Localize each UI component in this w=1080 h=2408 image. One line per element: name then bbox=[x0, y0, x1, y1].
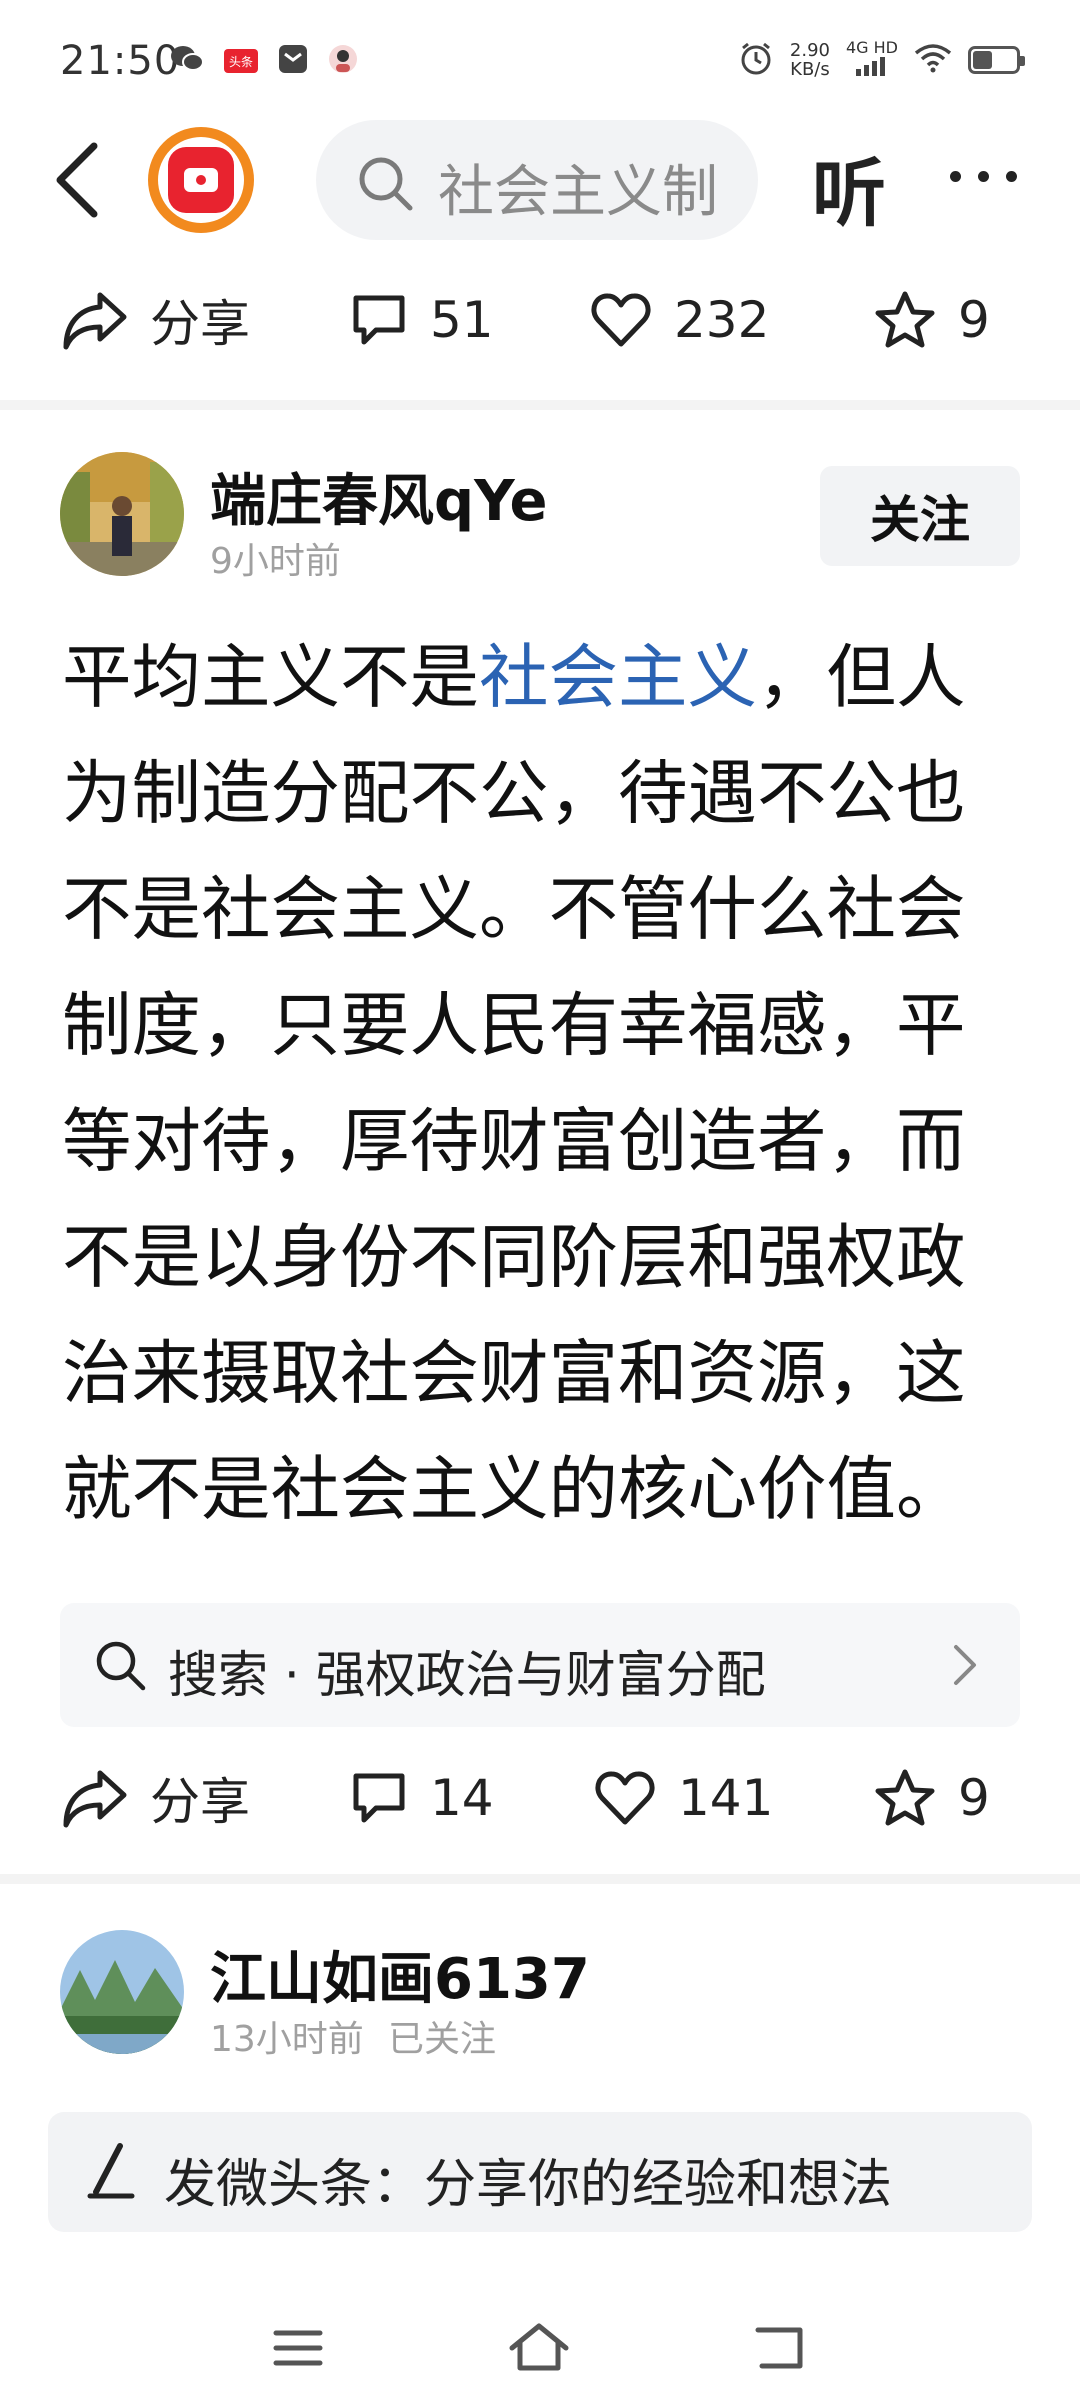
chevron-left-icon bbox=[56, 142, 98, 218]
battery-icon bbox=[968, 46, 1025, 74]
share-icon bbox=[63, 292, 127, 350]
post-time: 9小时前 bbox=[210, 541, 341, 582]
toutiao-icon: 头条 bbox=[224, 49, 258, 73]
comment-button[interactable]: 14 bbox=[350, 1748, 494, 1848]
comment-count: 51 bbox=[430, 291, 494, 349]
follow-button[interactable]: 关注 bbox=[820, 466, 1020, 566]
comment-icon bbox=[353, 295, 405, 345]
net-speed-unit: KB/s bbox=[790, 59, 830, 80]
comment-button[interactable]: 51 bbox=[350, 270, 494, 370]
follow-status: 已关注 bbox=[388, 2019, 497, 2060]
like-button[interactable]: 232 bbox=[590, 270, 769, 370]
comment-count: 14 bbox=[430, 1769, 494, 1827]
comment-icon bbox=[353, 1773, 405, 1823]
toutiao-logo-icon bbox=[168, 147, 234, 213]
battery-level bbox=[973, 51, 992, 69]
back-arrow-icon bbox=[755, 2327, 803, 2369]
post-content[interactable]: 平均主义不是社会主义，但人为制造分配不公，待遇不公也不是社会主义。不管什么社会制… bbox=[62, 620, 1022, 1548]
like-count: 141 bbox=[678, 1769, 774, 1827]
alarm-icon bbox=[738, 40, 774, 80]
star-icon bbox=[875, 1769, 935, 1826]
share-button[interactable]: 分享 bbox=[62, 270, 250, 370]
back-nav-button[interactable] bbox=[752, 2324, 808, 2376]
back-button[interactable] bbox=[50, 140, 110, 220]
home-icon bbox=[509, 2323, 569, 2371]
related-search-text: 搜索 · 强权政治与财富分配 bbox=[168, 1646, 766, 1704]
favorite-button[interactable]: 9 bbox=[874, 1748, 990, 1848]
message-icon bbox=[278, 44, 308, 78]
status-bar: 21:50 头条 2.90 KB/s 4G HD bbox=[0, 0, 1080, 120]
listen-button[interactable]: 听 bbox=[812, 134, 886, 241]
app-logo[interactable] bbox=[148, 127, 254, 233]
landscape-avatar-icon bbox=[60, 1930, 184, 2054]
heart-icon bbox=[591, 293, 651, 347]
app-logo-ring bbox=[158, 137, 244, 223]
post-text-after: ，但人为制造分配不公，待遇不公也不是社会主义。不管什么社会制度，只要人民有幸福感… bbox=[62, 637, 966, 1530]
next-author-avatar[interactable] bbox=[60, 1930, 184, 2054]
share-label: 分享 bbox=[150, 295, 250, 353]
search-bar[interactable]: 社会主义制 bbox=[316, 120, 758, 240]
keyword-link[interactable]: 社会主义 bbox=[479, 637, 757, 718]
favorite-count: 9 bbox=[958, 1769, 990, 1827]
pen-icon bbox=[87, 2143, 135, 2199]
divider bbox=[0, 400, 1080, 410]
next-post-time: 13小时前 bbox=[210, 2019, 364, 2060]
status-time: 21:50 bbox=[60, 38, 181, 84]
favorite-button[interactable]: 9 bbox=[874, 270, 990, 370]
avatar-photo-icon bbox=[60, 452, 184, 576]
status-notification-icons: 头条 bbox=[170, 44, 358, 78]
dot-icon bbox=[1006, 171, 1017, 182]
cellular-signal: 4G HD bbox=[846, 40, 898, 80]
share-label: 分享 bbox=[150, 1773, 250, 1831]
like-button[interactable]: 141 bbox=[594, 1748, 773, 1848]
wifi-icon bbox=[914, 43, 952, 77]
more-options-button[interactable] bbox=[950, 171, 1017, 182]
home-button[interactable] bbox=[508, 2322, 570, 2376]
share-button[interactable]: 分享 bbox=[62, 1748, 250, 1848]
dot-icon bbox=[978, 171, 989, 182]
avatar-icon bbox=[328, 44, 358, 78]
search-icon bbox=[359, 157, 413, 211]
chevron-right-icon bbox=[954, 1645, 976, 1685]
recent-apps-button[interactable] bbox=[272, 2328, 324, 2372]
like-count: 232 bbox=[674, 291, 770, 349]
dot-icon bbox=[950, 171, 961, 182]
micro-post-composer[interactable]: 发微头条：分享你的经验和想法 bbox=[48, 2112, 1032, 2232]
heart-icon bbox=[595, 1771, 655, 1825]
net-speed: 2.90 KB/s bbox=[790, 41, 830, 79]
search-icon bbox=[96, 1641, 146, 1691]
wechat-icon bbox=[170, 44, 204, 78]
composer-placeholder: 发微头条：分享你的经验和想法 bbox=[164, 2155, 893, 2215]
share-icon bbox=[63, 1770, 127, 1828]
related-search[interactable]: 搜索 · 强权政治与财富分配 bbox=[60, 1603, 1020, 1727]
star-icon bbox=[875, 291, 935, 348]
next-author-name[interactable]: 江山如画6137 bbox=[210, 1934, 590, 2015]
status-right-icons: 2.90 KB/s 4G HD bbox=[738, 40, 1025, 80]
favorite-count: 9 bbox=[958, 291, 990, 349]
system-nav-bar bbox=[0, 2300, 1080, 2408]
signal-icon bbox=[854, 56, 890, 80]
divider bbox=[0, 1874, 1080, 1884]
author-name[interactable]: 端庄春风qYe bbox=[210, 456, 547, 537]
menu-icon bbox=[273, 2330, 323, 2366]
post-actions: 分享 14 141 9 bbox=[0, 1748, 1080, 1848]
post-text-before: 平均主义不是 bbox=[62, 637, 479, 718]
post-actions-top: 分享 51 232 9 bbox=[0, 270, 1080, 370]
network-type: 4G HD bbox=[845, 38, 898, 57]
search-placeholder: 社会主义制 bbox=[438, 160, 718, 225]
net-speed-value: 2.90 bbox=[789, 40, 830, 61]
author-avatar[interactable] bbox=[60, 452, 184, 576]
